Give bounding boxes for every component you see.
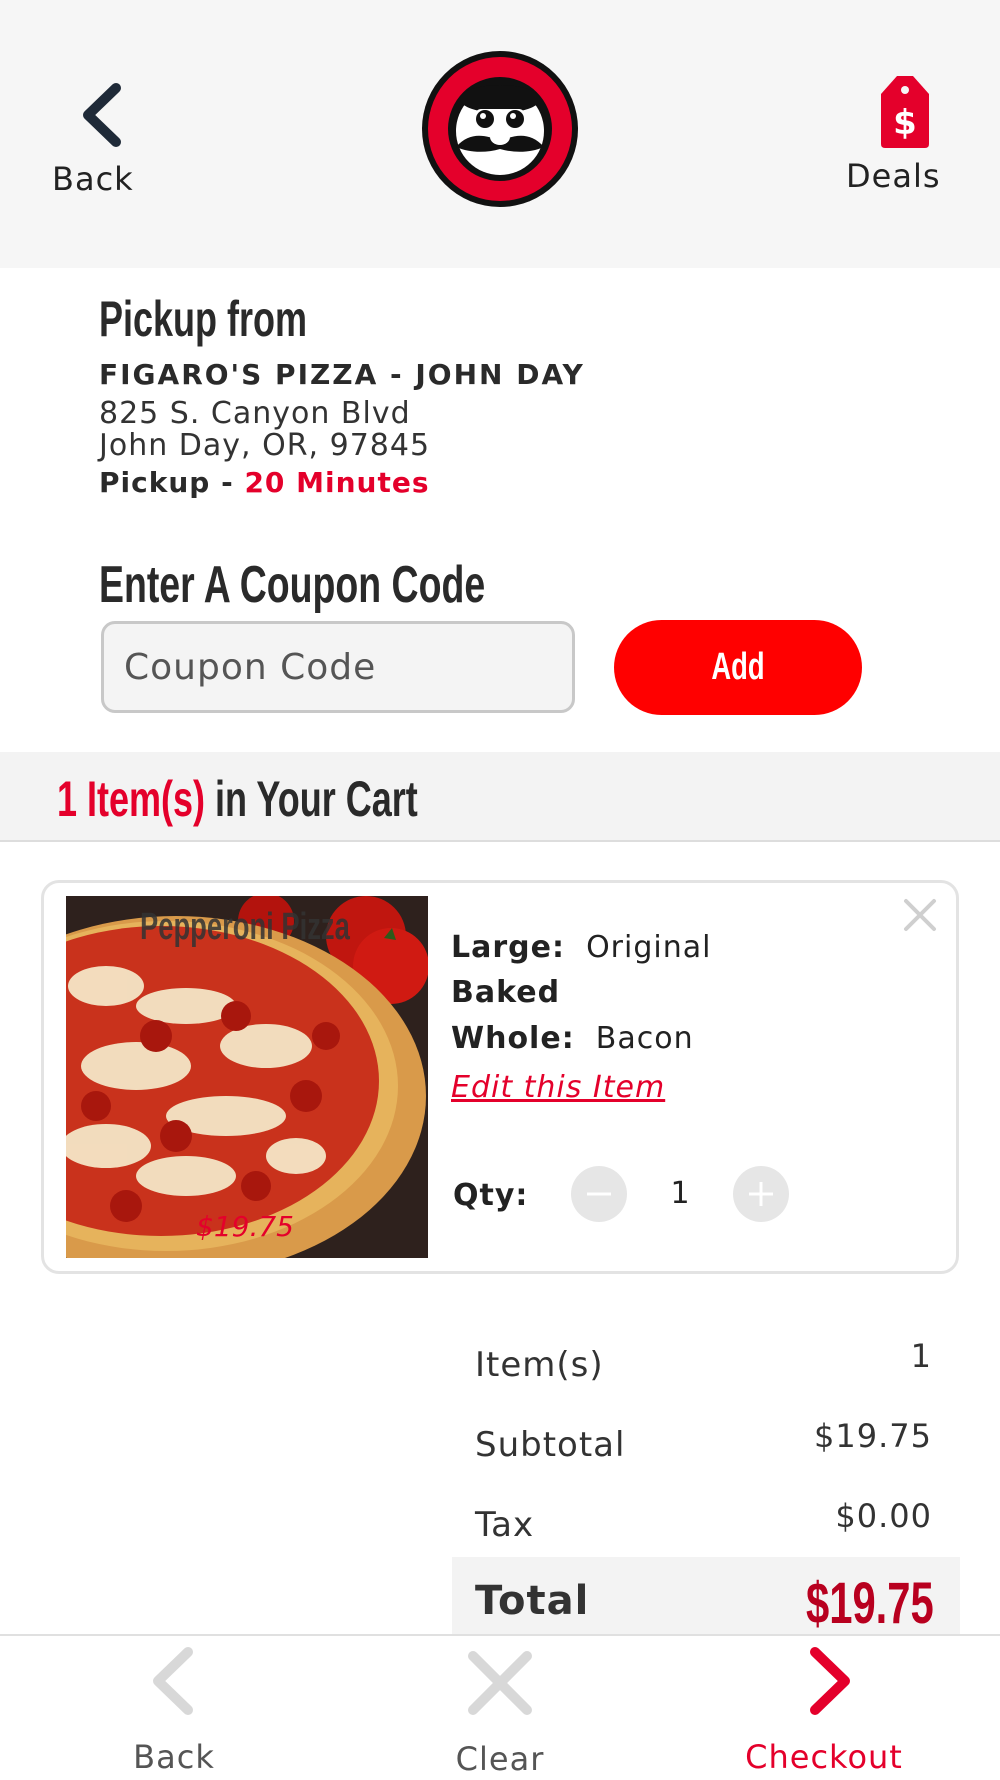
crust-value: Baked (451, 975, 561, 1010)
nav-back-button[interactable]: Back (74, 1646, 274, 1776)
add-coupon-label: Add (711, 646, 765, 688)
item-size-option: Large: Original (451, 930, 711, 965)
nav-checkout-button[interactable]: Checkout (724, 1646, 924, 1776)
plus-icon (749, 1182, 773, 1206)
item-title: Pepperoni Pizza (140, 906, 350, 948)
pickup-time-line: Pickup - 20 Minutes (99, 466, 430, 499)
summary-total-label: Total (475, 1578, 590, 1624)
back-label: Back (52, 160, 134, 198)
close-icon (904, 899, 936, 931)
summary-tax-value: $0.00 (835, 1497, 932, 1535)
nav-checkout-label: Checkout (745, 1738, 903, 1776)
summary-items-value: 1 (910, 1337, 932, 1375)
deals-label: Deals (846, 157, 941, 195)
quantity-label: Qty: (453, 1178, 529, 1213)
add-coupon-button[interactable]: Add (614, 620, 862, 715)
figaros-logo (420, 49, 580, 209)
store-address-line1: 825 S. Canyon Blvd (99, 396, 411, 431)
item-price: $19.75 (196, 1210, 294, 1243)
topping-label: Whole: (451, 1021, 575, 1056)
svg-text:$: $ (893, 103, 917, 143)
cart-count-heading: 1 Item(s) in Your Cart (57, 770, 418, 828)
nav-back-label: Back (133, 1738, 215, 1776)
nav-clear-button[interactable]: Clear (400, 1646, 600, 1778)
size-value: Original (586, 930, 712, 965)
quantity-decrease-button[interactable] (571, 1166, 627, 1222)
deals-button[interactable]: $ Deals (846, 72, 960, 202)
quantity-increase-button[interactable] (733, 1166, 789, 1222)
summary-subtotal-label: Subtotal (475, 1425, 626, 1465)
item-crust-option: Baked (451, 975, 560, 1010)
pizza-image (66, 896, 428, 1258)
chevron-left-icon (83, 83, 121, 147)
remove-item-button[interactable] (900, 895, 940, 935)
store-name: FIGARO'S PIZZA - JOHN DAY (99, 358, 585, 391)
summary-subtotal-value: $19.75 (814, 1417, 932, 1455)
pickup-heading: Pickup from (99, 291, 308, 347)
close-icon (468, 1651, 532, 1715)
cart-count-number: 1 Item(s) (57, 771, 206, 827)
minus-icon (587, 1192, 611, 1196)
quantity-value: 1 (670, 1176, 690, 1211)
coupon-heading: Enter A Coupon Code (99, 556, 486, 614)
store-address-line2: John Day, OR, 97845 (99, 428, 431, 463)
item-topping-option: Whole: Bacon (451, 1021, 694, 1056)
coupon-code-input[interactable] (101, 621, 575, 713)
summary-tax-label: Tax (475, 1505, 535, 1545)
back-button[interactable]: Back (52, 80, 192, 210)
price-tag-icon: $ (881, 76, 929, 148)
pickup-time: 20 Minutes (244, 466, 430, 499)
size-label: Large: (451, 930, 565, 965)
chevron-right-icon (810, 1647, 850, 1715)
chevron-left-icon (153, 1647, 193, 1715)
topping-value: Bacon (595, 1021, 694, 1056)
summary-total-value: $19.75 (806, 1571, 934, 1636)
edit-item-link[interactable]: Edit this Item (451, 1070, 665, 1105)
pickup-prefix: Pickup - (99, 466, 245, 499)
cart-count-text: in Your Cart (205, 771, 418, 827)
nav-clear-label: Clear (455, 1740, 545, 1778)
summary-items-label: Item(s) (475, 1345, 604, 1385)
